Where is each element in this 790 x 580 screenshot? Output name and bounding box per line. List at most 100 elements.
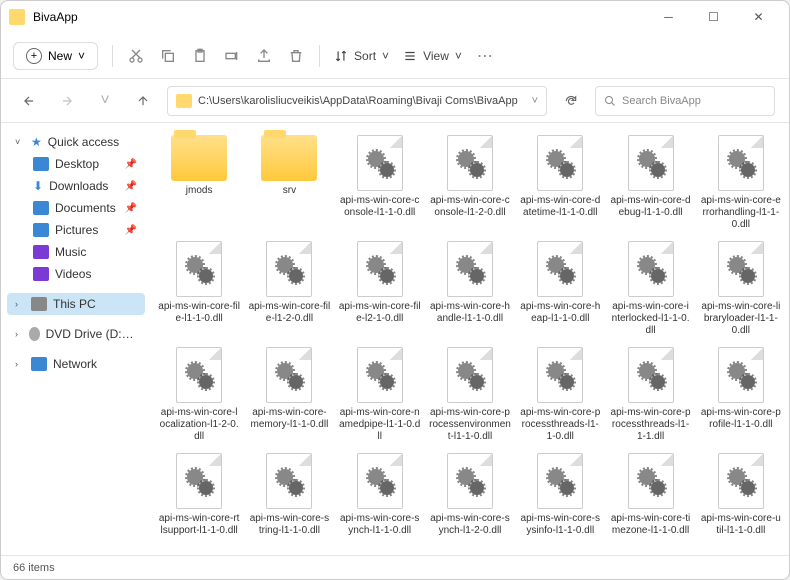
sidebar-documents[interactable]: Documents📌: [7, 197, 145, 219]
item-label: api-ms-win-core-string-l1-1-0.dll: [248, 513, 330, 537]
file-item[interactable]: api-ms-win-core-profile-l1-1-0.dll: [697, 345, 785, 445]
dll-file-icon: [266, 453, 312, 509]
file-item[interactable]: api-ms-win-core-file-l1-1-0.dll: [155, 239, 243, 339]
rename-icon[interactable]: [223, 47, 241, 65]
address-input[interactable]: C:\Users\karolisliucveikis\AppData\Roami…: [167, 86, 547, 116]
item-label: api-ms-win-core-synch-l1-2-0.dll: [429, 513, 511, 537]
sidebar-pictures[interactable]: Pictures📌: [7, 219, 145, 241]
cut-icon[interactable]: [127, 47, 145, 65]
item-label: api-ms-win-core-sysinfo-l1-1-0.dll: [519, 513, 601, 537]
dll-file-icon: [447, 453, 493, 509]
share-icon[interactable]: [255, 47, 273, 65]
copy-icon[interactable]: [159, 47, 177, 65]
search-icon: [604, 95, 616, 107]
item-label: api-ms-win-core-file-l1-2-0.dll: [248, 301, 330, 325]
sidebar-quick-access[interactable]: ˅★Quick access: [7, 131, 145, 153]
folder-icon: [9, 9, 25, 25]
dll-file-icon: [537, 453, 583, 509]
folder-item[interactable]: jmods: [155, 133, 243, 233]
file-item[interactable]: api-ms-win-core-processenvironment-l1-1-…: [426, 345, 514, 445]
file-item[interactable]: api-ms-win-core-synch-l1-1-0.dll: [336, 451, 424, 539]
sidebar-downloads[interactable]: ⬇Downloads📌: [7, 175, 145, 197]
search-input[interactable]: Search BivaApp: [595, 86, 775, 116]
file-item[interactable]: api-ms-win-core-heap-l1-1-0.dll: [516, 239, 604, 339]
chevron-down-icon[interactable]: ˅: [532, 95, 538, 107]
up-button[interactable]: ˅: [91, 87, 119, 115]
forward-button[interactable]: [53, 87, 81, 115]
folder-icon: [171, 135, 227, 181]
sidebar-network[interactable]: ›Network: [7, 353, 145, 375]
sidebar-videos[interactable]: Videos: [7, 263, 145, 285]
sidebar: ˅★Quick access Desktop📌 ⬇Downloads📌 Docu…: [1, 123, 151, 555]
file-item[interactable]: api-ms-win-core-util-l1-1-0.dll: [697, 451, 785, 539]
new-button[interactable]: + New ˅: [13, 42, 98, 70]
pin-icon: 📌: [125, 203, 137, 214]
up-button[interactable]: [129, 87, 157, 115]
file-item[interactable]: api-ms-win-core-namedpipe-l1-1-0.dll: [336, 345, 424, 445]
titlebar[interactable]: BivaApp ─ ☐ ✕: [1, 1, 789, 33]
pin-icon: 📌: [125, 181, 137, 192]
paste-icon[interactable]: [191, 47, 209, 65]
dll-file-icon: [357, 135, 403, 191]
file-item[interactable]: api-ms-win-core-localization-l1-2-0.dll: [155, 345, 243, 445]
sidebar-this-pc[interactable]: ›This PC: [7, 293, 145, 315]
item-label: api-ms-win-core-synch-l1-1-0.dll: [339, 513, 421, 537]
view-label: View: [423, 49, 449, 63]
file-item[interactable]: api-ms-win-core-sysinfo-l1-1-0.dll: [516, 451, 604, 539]
item-label: api-ms-win-core-errorhandling-l1-1-0.dll: [700, 195, 782, 231]
file-item[interactable]: api-ms-win-core-datetime-l1-1-0.dll: [516, 133, 604, 233]
file-item[interactable]: api-ms-win-core-handle-l1-1-0.dll: [426, 239, 514, 339]
sidebar-dvd[interactable]: ›DVD Drive (D:) CCCC: [7, 323, 145, 345]
addressbar: ˅ C:\Users\karolisliucveikis\AppData\Roa…: [1, 79, 789, 123]
item-label: api-ms-win-core-rtlsupport-l1-1-0.dll: [158, 513, 240, 537]
file-item[interactable]: api-ms-win-core-string-l1-1-0.dll: [245, 451, 333, 539]
sidebar-music[interactable]: Music: [7, 241, 145, 263]
refresh-button[interactable]: [557, 87, 585, 115]
sort-button[interactable]: Sort ˅: [334, 49, 389, 63]
dll-file-icon: [718, 135, 764, 191]
file-item[interactable]: api-ms-win-core-timezone-l1-1-0.dll: [606, 451, 694, 539]
file-item[interactable]: api-ms-win-core-processthreads-l1-1-1.dl…: [606, 345, 694, 445]
more-icon[interactable]: ⋯: [476, 47, 494, 65]
delete-icon[interactable]: [287, 47, 305, 65]
dll-file-icon: [176, 347, 222, 403]
close-button[interactable]: ✕: [736, 2, 781, 32]
item-label: api-ms-win-core-file-l2-1-0.dll: [339, 301, 421, 325]
item-label: srv: [283, 185, 296, 197]
file-item[interactable]: api-ms-win-core-rtlsupport-l1-1-0.dll: [155, 451, 243, 539]
sort-label: Sort: [354, 49, 376, 63]
item-label: api-ms-win-core-timezone-l1-1-0.dll: [610, 513, 692, 537]
folder-item[interactable]: srv: [245, 133, 333, 233]
file-item[interactable]: api-ms-win-core-console-l1-1-0.dll: [336, 133, 424, 233]
back-button[interactable]: [15, 87, 43, 115]
minimize-button[interactable]: ─: [646, 2, 691, 32]
chevron-down-icon: ˅: [382, 49, 389, 63]
file-item[interactable]: api-ms-win-core-processthreads-l1-1-0.dl…: [516, 345, 604, 445]
toolbar: + New ˅ Sort ˅ View ˅ ⋯: [1, 33, 789, 79]
dll-file-icon: [357, 347, 403, 403]
dll-file-icon: [176, 241, 222, 297]
file-item[interactable]: api-ms-win-core-interlocked-l1-1-0.dll: [606, 239, 694, 339]
pin-icon: 📌: [125, 225, 137, 236]
file-item[interactable]: api-ms-win-core-file-l1-2-0.dll: [245, 239, 333, 339]
file-item[interactable]: api-ms-win-core-errorhandling-l1-1-0.dll: [697, 133, 785, 233]
item-label: api-ms-win-core-file-l1-1-0.dll: [158, 301, 240, 325]
file-item[interactable]: api-ms-win-core-console-l1-2-0.dll: [426, 133, 514, 233]
dll-file-icon: [176, 453, 222, 509]
view-button[interactable]: View ˅: [403, 49, 462, 63]
file-item[interactable]: api-ms-win-core-file-l2-1-0.dll: [336, 239, 424, 339]
sidebar-desktop[interactable]: Desktop📌: [7, 153, 145, 175]
divider: [112, 45, 113, 67]
file-pane[interactable]: jmods srv api-ms-win-core-console-l1-1-0.d…: [151, 123, 789, 555]
file-item[interactable]: api-ms-win-core-libraryloader-l1-1-0.dll: [697, 239, 785, 339]
dll-file-icon: [628, 347, 674, 403]
folder-icon: [176, 94, 192, 108]
dll-file-icon: [447, 347, 493, 403]
file-item[interactable]: api-ms-win-core-debug-l1-1-0.dll: [606, 133, 694, 233]
maximize-button[interactable]: ☐: [691, 2, 736, 32]
item-label: api-ms-win-core-heap-l1-1-0.dll: [519, 301, 601, 325]
file-item[interactable]: api-ms-win-core-synch-l1-2-0.dll: [426, 451, 514, 539]
item-label: api-ms-win-core-libraryloader-l1-1-0.dll: [700, 301, 782, 337]
file-item[interactable]: api-ms-win-core-memory-l1-1-0.dll: [245, 345, 333, 445]
item-label: api-ms-win-core-processthreads-l1-1-1.dl…: [610, 407, 692, 443]
